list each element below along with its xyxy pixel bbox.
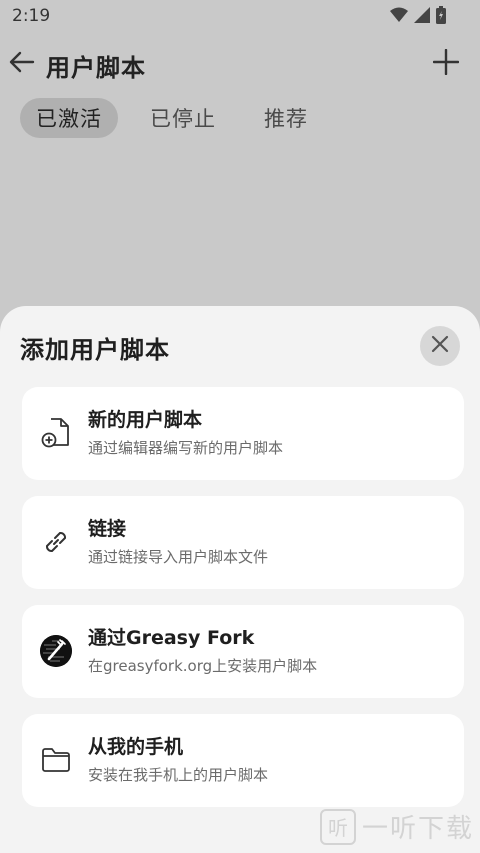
tab-recommended[interactable]: 推荐 bbox=[248, 98, 324, 138]
page-title: 用户脚本 bbox=[46, 54, 146, 82]
tab-stopped[interactable]: 已停止 bbox=[134, 98, 232, 138]
option-title: 通过Greasy Fork bbox=[88, 627, 255, 649]
signal-icon bbox=[414, 7, 430, 27]
option-title: 链接 bbox=[88, 518, 127, 540]
option-link[interactable]: 链接 通过链接导入用户脚本文件 bbox=[22, 496, 464, 589]
add-userscript-sheet: 添加用户脚本 新的用户脚本 通过编辑器编写新的用户脚本 链接 通过链接导入用户脚… bbox=[0, 306, 480, 853]
back-button[interactable] bbox=[6, 48, 38, 80]
option-title: 新的用户脚本 bbox=[88, 409, 203, 431]
status-icons bbox=[390, 6, 446, 28]
folder-icon bbox=[40, 744, 72, 776]
status-bar: 2:19 bbox=[0, 0, 480, 34]
link-icon bbox=[40, 526, 72, 558]
add-button[interactable] bbox=[428, 46, 464, 82]
new-file-icon bbox=[40, 417, 72, 449]
wifi-icon bbox=[390, 7, 408, 27]
option-new-userscript[interactable]: 新的用户脚本 通过编辑器编写新的用户脚本 bbox=[22, 387, 464, 480]
greasyfork-logo-icon bbox=[40, 635, 72, 667]
option-from-phone[interactable]: 从我的手机 安装在我手机上的用户脚本 bbox=[22, 714, 464, 807]
option-description: 安装在我手机上的用户脚本 bbox=[88, 766, 269, 784]
status-time: 2:19 bbox=[12, 6, 51, 26]
watermark-text: 一听下载 bbox=[361, 814, 474, 844]
option-greasy-fork[interactable]: 通过Greasy Fork 在greasyfork.org上安装用户脚本 bbox=[22, 605, 464, 698]
option-description: 通过链接导入用户脚本文件 bbox=[88, 548, 269, 566]
battery-icon bbox=[436, 6, 446, 28]
app-bar: 用户脚本 bbox=[0, 40, 480, 88]
plus-icon bbox=[432, 48, 460, 79]
watermark: 听 一听下载 bbox=[319, 808, 474, 845]
option-description: 通过编辑器编写新的用户脚本 bbox=[88, 439, 284, 457]
close-button[interactable] bbox=[420, 326, 460, 366]
arrow-left-icon bbox=[9, 51, 35, 77]
tab-active[interactable]: 已激活 bbox=[20, 98, 118, 138]
option-description: 在greasyfork.org上安装用户脚本 bbox=[88, 657, 318, 675]
watermark-badge: 听 bbox=[319, 808, 356, 845]
close-icon bbox=[431, 335, 449, 357]
sheet-title: 添加用户脚本 bbox=[20, 336, 170, 364]
tab-bar: 已激活 已停止 推荐 bbox=[20, 98, 324, 138]
option-title: 从我的手机 bbox=[88, 736, 184, 758]
